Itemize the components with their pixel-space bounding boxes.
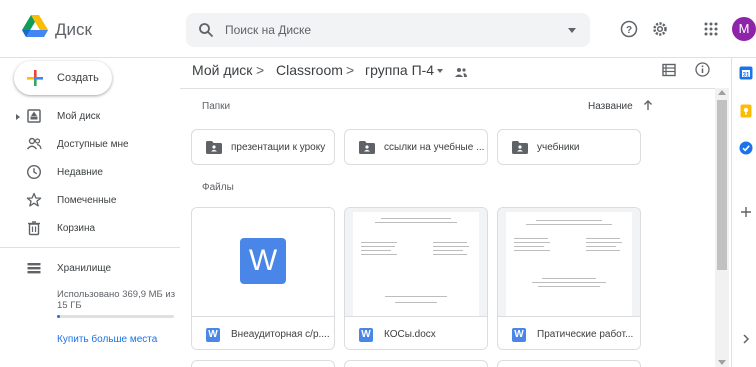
file-name: Пратические работ... bbox=[537, 329, 634, 340]
folder-name: ссылки на учебные ... bbox=[384, 142, 485, 153]
file-card-footer: W Пратические работ... bbox=[498, 316, 640, 349]
info-icon[interactable] bbox=[695, 62, 710, 77]
breadcrumb-separator: > bbox=[256, 62, 265, 78]
sidebar-item-label: Мой диск bbox=[57, 111, 101, 122]
search-bar[interactable]: Поиск на Диске bbox=[186, 13, 590, 47]
list-view-icon[interactable] bbox=[662, 63, 676, 77]
breadcrumb-separator: > bbox=[346, 62, 355, 78]
star-icon bbox=[26, 192, 42, 207]
settings-gear-icon[interactable] bbox=[651, 20, 669, 38]
folder-name: презентации к уроку bbox=[231, 142, 326, 153]
sort-by-name-button[interactable]: Название bbox=[588, 101, 633, 112]
shared-people-icon bbox=[26, 137, 42, 150]
app-name[interactable]: Диск bbox=[55, 20, 92, 40]
drive-logo-icon[interactable] bbox=[22, 15, 48, 39]
help-icon[interactable]: ? bbox=[620, 20, 638, 38]
buy-storage-link[interactable]: Купить больше места bbox=[57, 334, 157, 345]
expand-side-panel-chevron-icon[interactable] bbox=[739, 332, 753, 346]
folders-section-title: Папки bbox=[202, 101, 231, 112]
sidebar-item-starred[interactable]: Помеченные bbox=[0, 190, 180, 212]
file-name: КОСы.docx bbox=[384, 329, 436, 340]
main-divider bbox=[180, 88, 715, 89]
file-card-partial[interactable] bbox=[497, 360, 641, 367]
file-card-footer: W Внеаудиторная с/р.... bbox=[192, 316, 334, 349]
sidebar-item-trash[interactable]: Корзина bbox=[0, 218, 180, 240]
my-drive-icon bbox=[27, 109, 41, 123]
file-thumbnail bbox=[498, 208, 640, 316]
scroll-down-arrow-icon[interactable] bbox=[718, 360, 726, 365]
search-icon[interactable] bbox=[198, 22, 214, 38]
svg-text:?: ? bbox=[626, 25, 632, 36]
folder-card[interactable]: презентации к уроку bbox=[191, 129, 335, 165]
sidebar-item-recent[interactable]: Недавние bbox=[0, 162, 180, 184]
clock-icon bbox=[26, 164, 42, 180]
folder-card[interactable]: учебники bbox=[497, 129, 641, 165]
avatar[interactable]: M bbox=[732, 17, 756, 41]
document-preview-page bbox=[353, 212, 479, 316]
scroll-up-arrow-icon[interactable] bbox=[718, 90, 726, 95]
expand-arrow-icon[interactable] bbox=[16, 114, 20, 120]
file-card[interactable]: W КОСы.docx bbox=[344, 207, 488, 350]
storage-progress-bar bbox=[57, 315, 174, 318]
new-button[interactable]: Создать bbox=[14, 61, 112, 95]
svg-text:31: 31 bbox=[743, 72, 750, 78]
file-card[interactable]: W W Внеаудиторная с/р.... bbox=[191, 207, 335, 350]
add-addon-plus-icon[interactable] bbox=[739, 205, 753, 219]
tasks-icon[interactable] bbox=[739, 141, 753, 155]
sidebar-item-label: Корзина bbox=[57, 223, 96, 234]
new-button-label: Создать bbox=[57, 72, 99, 84]
folder-card[interactable]: ссылки на учебные ... bbox=[344, 129, 488, 165]
sidebar-item-label: Доступные мне bbox=[57, 139, 129, 150]
sidebar-item-label: Хранилище bbox=[57, 263, 111, 274]
files-section-title: Файлы bbox=[202, 182, 234, 193]
word-doc-icon: W bbox=[359, 328, 373, 342]
file-card-footer: W КОСы.docx bbox=[345, 316, 487, 349]
document-preview-page bbox=[506, 212, 632, 316]
file-thumbnail: W bbox=[192, 208, 334, 316]
apps-grid-icon[interactable] bbox=[702, 20, 720, 38]
top-header: Диск Поиск на Диске ? M bbox=[0, 0, 756, 58]
file-thumbnail bbox=[345, 208, 487, 316]
search-input[interactable]: Поиск на Диске bbox=[225, 23, 311, 37]
word-doc-icon: W bbox=[206, 328, 220, 342]
side-panel-divider bbox=[731, 58, 732, 367]
sidebar-item-my-drive[interactable]: Мой диск bbox=[0, 106, 180, 128]
file-card-partial[interactable] bbox=[344, 360, 488, 367]
sort-ascending-arrow-icon[interactable] bbox=[642, 99, 654, 111]
breadcrumb-item-current-folder[interactable]: группа П-4 bbox=[365, 62, 434, 78]
storage-usage-text: Использовано 369,9 МБ из 15 ГБ bbox=[57, 289, 176, 311]
sidebar-item-storage[interactable]: Хранилище bbox=[0, 258, 180, 280]
sidebar-item-label: Помеченные bbox=[57, 195, 117, 206]
shared-folder-people-icon bbox=[455, 68, 467, 77]
search-options-caret-icon[interactable] bbox=[568, 28, 576, 33]
storage-progress-fill bbox=[57, 315, 60, 318]
shared-folder-icon bbox=[206, 141, 222, 154]
storage-icon bbox=[27, 263, 41, 274]
file-name: Внеаудиторная с/р.... bbox=[231, 329, 330, 340]
breadcrumb-item-classroom[interactable]: Classroom bbox=[276, 62, 343, 78]
sidebar-item-shared[interactable]: Доступные мне bbox=[0, 134, 180, 156]
breadcrumb-item-my-drive[interactable]: Мой диск bbox=[192, 62, 252, 78]
word-doc-icon: W bbox=[512, 328, 526, 342]
shared-folder-icon bbox=[359, 141, 375, 154]
keep-notes-icon[interactable] bbox=[739, 104, 753, 118]
shared-folder-icon bbox=[512, 141, 528, 154]
scrollbar-thumb[interactable] bbox=[717, 100, 727, 270]
file-card-partial[interactable] bbox=[191, 360, 335, 367]
word-doc-large-icon: W bbox=[240, 238, 286, 284]
folder-name: учебники bbox=[537, 142, 580, 153]
calendar-icon[interactable]: 31 bbox=[739, 66, 753, 80]
sidebar-item-label: Недавние bbox=[57, 167, 103, 178]
trash-icon bbox=[28, 221, 40, 236]
sidebar-divider bbox=[0, 247, 180, 248]
folder-menu-caret-icon[interactable] bbox=[437, 69, 443, 73]
file-card[interactable]: W Пратические работ... bbox=[497, 207, 641, 350]
plus-icon bbox=[27, 70, 43, 86]
